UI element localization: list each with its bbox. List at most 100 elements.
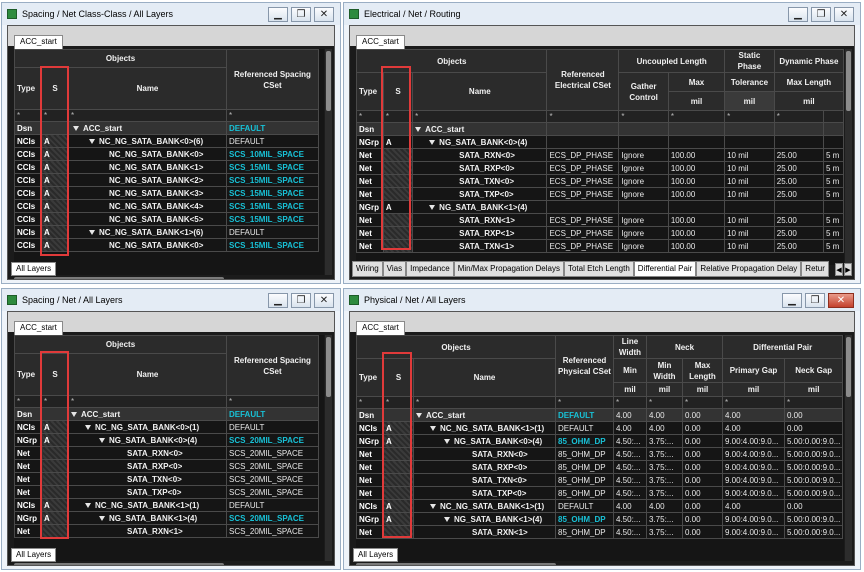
table-row[interactable]: Net SATA_TXN<0> ECS_DP_PHASE Ignore 100.00… bbox=[356, 174, 844, 188]
collapse-arrow-icon[interactable] bbox=[99, 437, 105, 443]
collapse-arrow-icon[interactable] bbox=[429, 139, 436, 145]
gather-control-header[interactable]: Gather Control bbox=[618, 72, 669, 111]
maximize-button[interactable]: ❐ bbox=[805, 292, 825, 308]
min-header[interactable]: Min bbox=[613, 357, 647, 384]
filter-cell[interactable]: * bbox=[14, 109, 42, 122]
tab-impedance[interactable]: Impedance bbox=[406, 261, 454, 277]
neck-gap-header[interactable]: Neck Gap bbox=[783, 357, 844, 384]
vertical-scrollbar[interactable] bbox=[325, 335, 332, 561]
tab-min-max-propagation-delays[interactable]: Min/Max Propagation Delays bbox=[453, 261, 564, 277]
all-layers-tab[interactable]: All Layers bbox=[11, 262, 57, 276]
table-row[interactable]: NGrp A NG_SATA_BANK<1>(4) SCS_20MIL_SPACE bbox=[14, 511, 319, 525]
table-row[interactable]: CCIs A NC_NG_SATA_BANK<0> SCS_10MIL_SPAC… bbox=[14, 147, 319, 161]
tab-differential-pair[interactable]: Differential Pair bbox=[633, 261, 697, 277]
collapse-arrow-icon[interactable] bbox=[73, 125, 79, 131]
ref-spacing-header[interactable]: Referenced Spacing CSet bbox=[226, 335, 319, 396]
context-tab[interactable]: ACC_start bbox=[14, 35, 63, 49]
collapse-arrow-icon[interactable] bbox=[71, 411, 77, 417]
s-header[interactable]: S bbox=[383, 358, 414, 397]
type-header[interactable]: Type bbox=[356, 358, 384, 397]
table-row[interactable]: Net SATA_RXN<0> ECS_DP_PHASE Ignore 100.00… bbox=[356, 148, 844, 162]
maximize-button[interactable]: ❐ bbox=[291, 292, 311, 308]
scroll-thumb[interactable] bbox=[326, 51, 331, 111]
maximize-button[interactable]: ❐ bbox=[291, 6, 311, 22]
horizontal-scrollbar[interactable] bbox=[356, 563, 556, 565]
collapse-arrow-icon[interactable] bbox=[444, 516, 450, 522]
table-row[interactable]: NCIs A NC_NG_SATA_BANK<1>(6) DEFAULT bbox=[14, 225, 319, 239]
max-header[interactable]: Max bbox=[667, 72, 726, 92]
collapse-arrow-icon[interactable] bbox=[99, 515, 105, 521]
minimize-button[interactable]: ▁ bbox=[782, 292, 802, 308]
tolerance-header[interactable]: Tolerance bbox=[724, 72, 775, 92]
table-row[interactable]: NGrp A NG_SATA_BANK<0>(4) bbox=[356, 135, 844, 149]
table-row[interactable]: NGrp A NG_SATA_BANK<0>(4) 85_OHM_DP 4.50:.… bbox=[356, 434, 844, 448]
table-row[interactable]: CCIs A NC_NG_SATA_BANK<4> SCS_15MIL_SPAC… bbox=[14, 199, 319, 213]
max-length-header[interactable]: Max Length bbox=[682, 357, 723, 384]
ref-electrical-header[interactable]: Referenced Electrical CSet bbox=[546, 49, 620, 111]
minimize-button[interactable]: ▁ bbox=[788, 6, 808, 22]
tab-return-path[interactable]: Retur bbox=[801, 261, 829, 277]
ref-cell[interactable]: DEFAULT bbox=[226, 121, 319, 135]
primary-gap-header[interactable]: Primary Gap bbox=[722, 357, 785, 384]
type-header[interactable]: Type bbox=[356, 72, 384, 111]
s-header[interactable]: S bbox=[41, 353, 69, 396]
close-button[interactable]: ✕ bbox=[314, 6, 334, 22]
table-row[interactable]: Net SATA_TXP<0> ECS_DP_PHASE Ignore 100.00… bbox=[356, 187, 844, 201]
scroll-thumb[interactable] bbox=[846, 337, 851, 397]
name-header[interactable]: Name bbox=[413, 358, 556, 397]
s-header[interactable]: S bbox=[41, 67, 69, 110]
title-bar[interactable]: Spacing / Net / All Layers ▁ ❐ ✕ bbox=[2, 289, 340, 311]
all-layers-tab[interactable]: All Layers bbox=[353, 548, 399, 562]
table-row[interactable]: CCIs A NC_NG_SATA_BANK<3> SCS_15MIL_SPAC… bbox=[14, 186, 319, 200]
collapse-arrow-icon[interactable] bbox=[89, 229, 95, 235]
table-row[interactable]: CCIs A NC_NG_SATA_BANK<2> SCS_15MIL_SPAC… bbox=[14, 173, 319, 187]
vertical-scrollbar[interactable] bbox=[325, 49, 332, 275]
table-row[interactable]: NCIs A NC_NG_SATA_BANK<0>(1) DEFAULT bbox=[14, 420, 319, 434]
filter-cell[interactable]: * bbox=[68, 109, 227, 122]
collapse-arrow-icon[interactable] bbox=[416, 412, 422, 418]
context-tab[interactable]: ACC_start bbox=[356, 321, 405, 335]
table-row[interactable]: NCIs A NC_NG_SATA_BANK<0>(6) DEFAULT bbox=[14, 134, 319, 148]
table-row[interactable]: NGrp A NG_SATA_BANK<1>(4) bbox=[356, 200, 844, 214]
close-button[interactable]: ✕ bbox=[314, 292, 334, 308]
table-row[interactable]: Dsn ACC_start DEFAULT 4.00 4.00 0.00 4.00 … bbox=[356, 408, 844, 422]
collapse-arrow-icon[interactable] bbox=[430, 503, 436, 509]
min-width-header[interactable]: Min Width bbox=[646, 357, 683, 384]
table-row[interactable]: NCIs A NC_NG_SATA_BANK<1>(1) DEFAULT 4.00 4… bbox=[356, 421, 844, 435]
vertical-scrollbar[interactable] bbox=[845, 335, 852, 561]
table-row[interactable]: Net SATA_TXP<0> 85_OHM_DP 4.50:... 3.75:..… bbox=[356, 486, 844, 500]
maximize-button[interactable]: ❐ bbox=[811, 6, 831, 22]
collapse-arrow-icon[interactable] bbox=[430, 425, 436, 431]
filter-cell[interactable]: * bbox=[226, 109, 319, 122]
title-bar[interactable]: Spacing / Net Class-Class / All Layers ▁… bbox=[2, 3, 340, 25]
tab-wiring[interactable]: Wiring bbox=[352, 261, 383, 277]
s-header[interactable]: S bbox=[382, 72, 414, 111]
type-header[interactable]: Type bbox=[14, 67, 42, 110]
table-row[interactable]: Net SATA_TXP<0> SCS_20MIL_SPACE bbox=[14, 485, 319, 499]
filter-row[interactable]: * * * * * * * * bbox=[356, 110, 844, 123]
table-row[interactable]: NCIs A NC_NG_SATA_BANK<1>(1) DEFAULT 4.00 4… bbox=[356, 499, 844, 513]
collapse-arrow-icon[interactable] bbox=[89, 138, 95, 144]
scroll-thumb[interactable] bbox=[326, 337, 331, 397]
table-row[interactable]: CCIs A NC_NG_SATA_BANK<1> SCS_15MIL_SPAC… bbox=[14, 160, 319, 174]
table-row[interactable]: Net SATA_RXN<1> 85_OHM_DP 4.50:... 3.75:..… bbox=[356, 525, 844, 539]
collapse-arrow-icon[interactable] bbox=[85, 502, 91, 508]
table-row[interactable]: Net SATA_RXN<0> 85_OHM_DP 4.50:... 3.75:..… bbox=[356, 447, 844, 461]
table-row[interactable]: NGrp A NG_SATA_BANK<0>(4) SCS_20MIL_SPACE bbox=[14, 433, 319, 447]
table-row[interactable]: Net SATA_TXN<1> ECS_DP_PHASE Ignore 100.00… bbox=[356, 239, 844, 253]
table-row[interactable]: Dsn ACC_start bbox=[356, 122, 844, 136]
minimize-button[interactable]: ▁ bbox=[268, 292, 288, 308]
table-row[interactable]: NCIs A NC_NG_SATA_BANK<1>(1) DEFAULT bbox=[14, 498, 319, 512]
table-row[interactable]: Net SATA_TXN<0> 85_OHM_DP 4.50:... 3.75:..… bbox=[356, 473, 844, 487]
title-bar[interactable]: Electrical / Net / Routing ▁ ❐ ✕ bbox=[344, 3, 860, 25]
all-layers-tab[interactable]: All Layers bbox=[11, 548, 57, 562]
table-row[interactable]: CCIs A NC_NG_SATA_BANK<5> SCS_15MIL_SPAC… bbox=[14, 212, 319, 226]
filter-cell[interactable]: * bbox=[41, 109, 69, 122]
type-header[interactable]: Type bbox=[14, 353, 42, 396]
collapse-arrow-icon[interactable] bbox=[444, 438, 450, 444]
table-row[interactable]: NGrp A NG_SATA_BANK<1>(4) 85_OHM_DP 4.50:.… bbox=[356, 512, 844, 526]
chevron-right-icon[interactable]: ▶ bbox=[844, 263, 852, 276]
table-row[interactable]: Net SATA_RXN<1> ECS_DP_PHASE Ignore 100.00… bbox=[356, 213, 844, 227]
collapse-arrow-icon[interactable] bbox=[415, 126, 422, 132]
name-header[interactable]: Name bbox=[68, 67, 227, 110]
